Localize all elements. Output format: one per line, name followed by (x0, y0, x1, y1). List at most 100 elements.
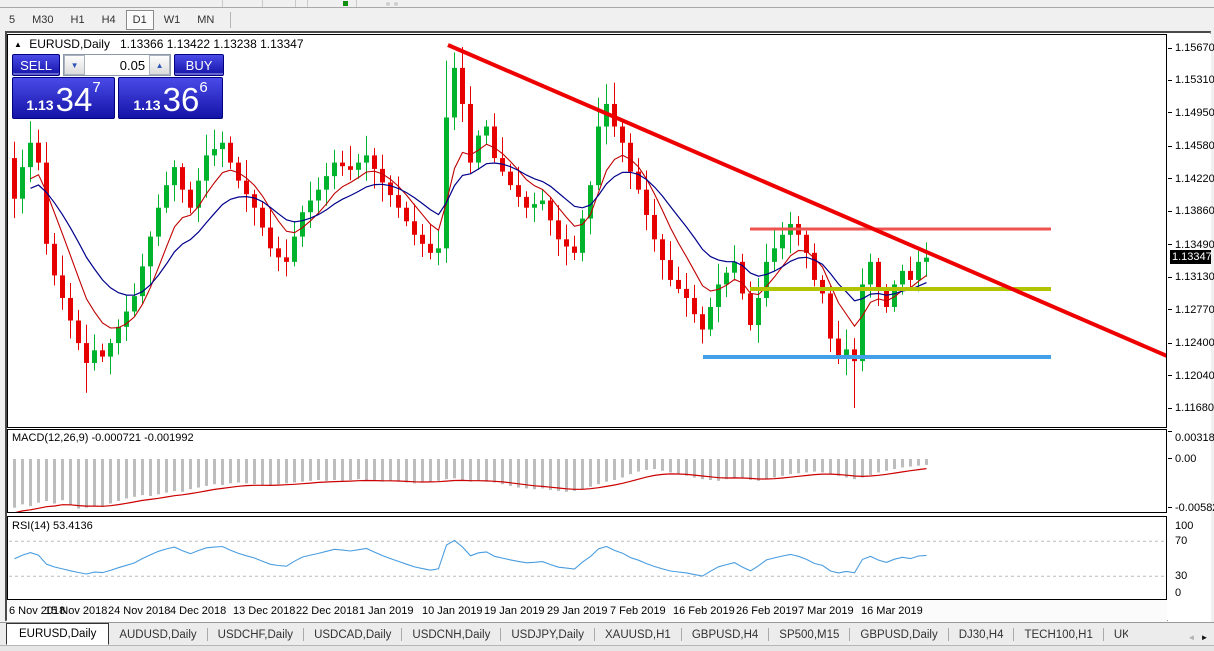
date-axis-label: 7 Feb 2019 (610, 605, 666, 617)
toolbar-separator (230, 11, 232, 28)
sell-price-small: 1.13 (26, 97, 54, 113)
status-bar (0, 645, 1214, 651)
macd-tick (1168, 458, 1172, 459)
date-axis-label: 29 Jan 2019 (547, 605, 608, 617)
rsi-axis-label: 100 (1175, 520, 1194, 532)
chart-title-symbol: EURUSD,Daily (29, 37, 110, 51)
macd-axis-label: 0.003185 (1175, 432, 1214, 444)
buy-button[interactable]: BUY (174, 54, 224, 76)
date-axis-label: 24 Nov 2018 (108, 605, 171, 617)
volume-decrease-button[interactable]: ▼ (64, 55, 86, 75)
tab-usdjpy-daily[interactable]: USDJPY,Daily (501, 625, 594, 645)
tf-button-h1[interactable]: H1 (64, 10, 92, 30)
timeframe-toolbar: 5 M30 H1 H4 D1 W1 MN (0, 8, 1214, 31)
price-tick (1168, 80, 1172, 81)
rsi-axis-label: 70 (1175, 535, 1188, 547)
gray-indicator-icon (394, 2, 398, 6)
price-tick (1168, 211, 1172, 212)
one-click-trade-widget: SELL ▼ ▲ BUY 1.13 34 7 1.13 36 6 (12, 54, 224, 119)
macd-tick (1168, 507, 1172, 508)
tf-button-w1[interactable]: W1 (157, 10, 188, 30)
gray-indicator-icon (386, 2, 390, 6)
tf-button-mn[interactable]: MN (190, 10, 221, 30)
tab-audusd-daily[interactable]: AUDUSD,Daily (109, 625, 206, 645)
tab-gbpusd-h4[interactable]: GBPUSD,H4 (682, 625, 768, 645)
tab-dj30-h4[interactable]: DJ30,H4 (949, 625, 1014, 645)
tab-eurusd-daily[interactable]: EURUSD,Daily (6, 623, 110, 645)
current-price-tag: 1.13347 (1170, 250, 1212, 264)
price-axis-label: 1.14950 (1175, 107, 1214, 119)
tab-usdcnh-daily[interactable]: USDCNH,Daily (402, 625, 500, 645)
tab-scroll-left-button[interactable]: ◄ (1185, 630, 1198, 645)
toolbar-separator (307, 0, 308, 7)
chart-tabs-bar: EURUSD,Daily AUDUSD,Daily USDCHF,Daily USDC… (0, 622, 1214, 645)
price-tick (1168, 277, 1172, 278)
buy-price-panel[interactable]: 1.13 36 6 (118, 77, 223, 119)
date-axis-label: 26 Feb 2019 (736, 605, 798, 617)
date-axis-label: 4 Dec 2018 (170, 605, 227, 617)
price-axis-label: 1.14580 (1175, 140, 1214, 152)
tab-tech100-h1[interactable]: TECH100,H1 (1014, 625, 1102, 645)
tf-button-5[interactable]: 5 (2, 10, 22, 30)
toolbar-separator (356, 0, 357, 7)
price-axis[interactable]: 1.15670 1.15310 1.14950 1.14580 1.14220 1.138… (1168, 34, 1214, 623)
price-tick (1168, 146, 1172, 147)
tab-xauusd-h1[interactable]: XAUUSD,H1 (595, 625, 681, 645)
top-toolbar-remnant (0, 0, 1214, 8)
toolbar-separator (222, 0, 223, 7)
macd-axis-label: -0.005827 (1175, 502, 1214, 514)
buy-price-small: 1.13 (133, 97, 161, 113)
tf-button-m30[interactable]: M30 (25, 10, 60, 30)
price-tick (1168, 343, 1172, 344)
macd-label: MACD(12,26,9) -0.000721 -0.001992 (12, 432, 194, 444)
price-tick (1168, 408, 1172, 409)
buy-price-big: 36 (162, 81, 200, 118)
date-axis-label: 10 Jan 2019 (422, 605, 483, 617)
chart-title: ▲ EURUSD,Daily 1.13366 1.13422 1.13238 1… (14, 37, 304, 51)
tab-usdchf-daily[interactable]: USDCHF,Daily (208, 625, 303, 645)
rsi-pane[interactable] (7, 516, 1167, 600)
date-axis-label: 1 Jan 2019 (359, 605, 414, 617)
sell-button[interactable]: SELL (12, 54, 61, 76)
collapse-triangle-icon[interactable]: ▲ (14, 40, 22, 49)
price-axis-label: 1.15310 (1175, 74, 1214, 86)
macd-tick (1168, 431, 1172, 432)
toolbar-separator (295, 0, 296, 7)
toolbar-separator (262, 0, 263, 7)
price-axis-label: 1.14220 (1175, 173, 1214, 185)
date-axis-label: 13 Dec 2018 (233, 605, 296, 617)
date-axis-label: 16 Mar 2019 (861, 605, 923, 617)
price-tick (1168, 112, 1172, 113)
tab-usdcad-daily[interactable]: USDCAD,Daily (304, 625, 401, 645)
tab-uk100-h1[interactable]: UK100,H1 (1104, 625, 1128, 645)
date-axis-label: 16 Feb 2019 (673, 605, 735, 617)
price-tick (1168, 309, 1172, 310)
tab-gbpusd-daily[interactable]: GBPUSD,Daily (850, 625, 947, 645)
rsi-axis-label: 30 (1175, 570, 1188, 582)
rsi-label: RSI(14) 53.4136 (12, 520, 93, 532)
price-tick (1168, 178, 1172, 179)
volume-input[interactable] (85, 55, 150, 75)
tf-button-d1[interactable]: D1 (125, 9, 154, 30)
date-axis-label: 22 Dec 2018 (296, 605, 359, 617)
tab-scroll-arrows: ◄ ► (1185, 630, 1211, 645)
tab-scroll-right-button[interactable]: ► (1198, 630, 1211, 645)
chart-window: 6 Nov 2018 15 Nov 2018 24 Nov 2018 4 Dec 20… (5, 31, 1214, 623)
tf-button-h4[interactable]: H4 (95, 10, 123, 30)
tab-sp500-m15[interactable]: SP500,M15 (769, 625, 849, 645)
chevron-up-icon: ▲ (155, 60, 164, 70)
price-axis-label: 1.13860 (1175, 205, 1214, 217)
date-axis[interactable]: 6 Nov 2018 15 Nov 2018 24 Nov 2018 4 Dec 20… (7, 600, 1167, 623)
price-axis-label: 1.12400 (1175, 337, 1214, 349)
price-axis-label: 1.15670 (1175, 42, 1214, 54)
rsi-axis-label: 0 (1175, 587, 1182, 599)
volume-stepper: ▼ ▲ (63, 54, 172, 76)
price-tick (1168, 48, 1172, 49)
macd-axis-label: 0.00 (1175, 453, 1197, 465)
price-tick (1168, 244, 1172, 245)
sell-price-panel[interactable]: 1.13 34 7 (12, 77, 115, 119)
price-tick (1168, 375, 1172, 376)
date-axis-label: 19 Jan 2019 (484, 605, 545, 617)
volume-increase-button[interactable]: ▲ (149, 55, 171, 75)
chevron-down-icon: ▼ (70, 60, 79, 70)
